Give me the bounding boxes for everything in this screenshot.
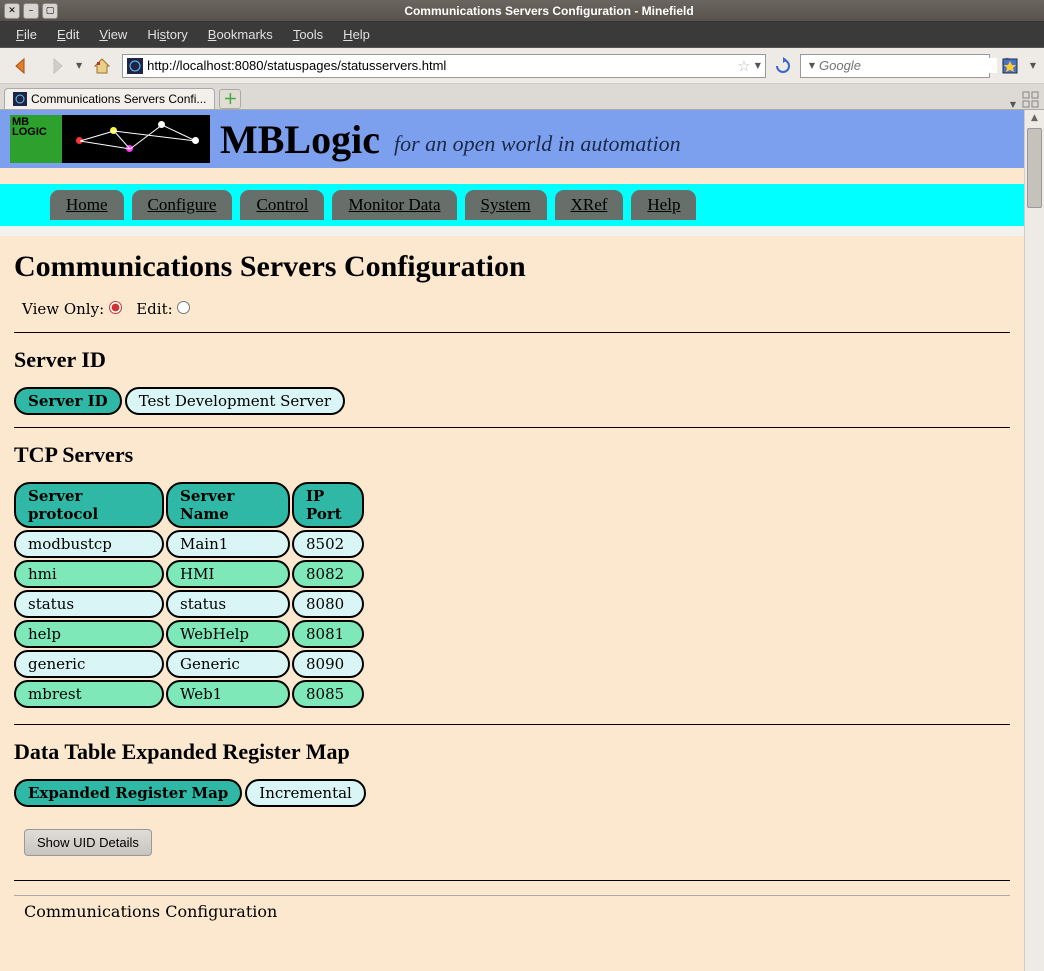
tabs-dropdown[interactable]: ▼: [1010, 100, 1016, 109]
footer-text: Communications Configuration: [14, 895, 1010, 927]
nav-home[interactable]: Home: [50, 190, 124, 220]
bookmarks-sidebar-button[interactable]: [996, 52, 1024, 80]
brand-logo: MBLOGIC: [10, 115, 210, 163]
window-minimize-button[interactable]: –: [23, 3, 39, 19]
table-row: mbrest Web1 8085: [14, 680, 1010, 708]
page-title: Communications Servers Configuration: [14, 250, 1010, 284]
site-favicon-icon: [127, 58, 143, 74]
window-close-button[interactable]: ✕: [4, 3, 20, 19]
view-only-label: View Only:: [22, 300, 104, 318]
overflow-dropdown[interactable]: ▼: [1030, 61, 1036, 70]
nav-system[interactable]: System: [465, 190, 547, 220]
show-uid-details-button[interactable]: Show UID Details: [24, 829, 152, 856]
edit-radio[interactable]: [177, 301, 190, 314]
menu-bar: File Edit View History Bookmarks Tools H…: [0, 22, 1044, 48]
nav-monitor-data[interactable]: Monitor Data: [332, 190, 456, 220]
url-dropdown[interactable]: ▼: [755, 61, 761, 70]
table-row: help WebHelp 8081: [14, 620, 1010, 648]
server-id-value: Test Development Server: [125, 387, 345, 415]
table-row: hmi HMI 8082: [14, 560, 1010, 588]
search-box[interactable]: ▼ 🔍: [800, 54, 990, 78]
regmap-heading: Data Table Expanded Register Map: [14, 739, 1010, 765]
url-bar-container[interactable]: ☆ ▼: [122, 54, 766, 78]
back-button[interactable]: [8, 52, 36, 80]
tcp-servers-heading: TCP Servers: [14, 442, 1010, 468]
search-input[interactable]: [819, 58, 997, 73]
nav-history-dropdown[interactable]: ▼: [76, 61, 82, 70]
nav-control[interactable]: Control: [240, 190, 324, 220]
tcp-servers-table: Server protocol Server Name IP Port modb…: [14, 482, 1010, 708]
nav-configure[interactable]: Configure: [132, 190, 233, 220]
forward-button: [42, 52, 70, 80]
menu-edit[interactable]: Edit: [49, 25, 87, 44]
nav-xref[interactable]: XRef: [555, 190, 624, 220]
menu-history[interactable]: History: [139, 25, 195, 44]
scrollbar[interactable]: ▲: [1024, 110, 1044, 971]
menu-view[interactable]: View: [91, 25, 135, 44]
tcp-header-port: IP Port: [292, 482, 364, 528]
home-button[interactable]: [88, 52, 116, 80]
browser-tab[interactable]: Communications Servers Confi...: [4, 88, 215, 109]
table-row: generic Generic 8090: [14, 650, 1010, 678]
menu-tools[interactable]: Tools: [285, 25, 331, 44]
table-row: status status 8080: [14, 590, 1010, 618]
tcp-header-name: Server Name: [166, 482, 290, 528]
server-id-heading: Server ID: [14, 347, 1010, 373]
menu-file[interactable]: File: [8, 25, 45, 44]
edit-label: Edit:: [136, 300, 172, 318]
brand-title: MBLogic: [220, 116, 380, 163]
menu-help[interactable]: Help: [335, 25, 378, 44]
nav-bar: Home Configure Control Monitor Data Syst…: [0, 184, 1024, 226]
regmap-label: Expanded Register Map: [14, 779, 242, 807]
regmap-value: Incremental: [245, 779, 366, 807]
url-input[interactable]: [147, 58, 733, 73]
table-row: modbustcp Main1 8502: [14, 530, 1010, 558]
window-title: Communications Servers Configuration - M…: [58, 4, 1040, 18]
star-bookmark-icon[interactable]: ☆: [737, 57, 750, 75]
tab-title: Communications Servers Confi...: [31, 92, 206, 106]
nav-help[interactable]: Help: [631, 190, 696, 220]
tab-groups-icon[interactable]: [1022, 91, 1040, 109]
tab-favicon-icon: [13, 92, 27, 106]
view-only-radio[interactable]: [109, 301, 122, 314]
brand-tagline: for an open world in automation: [394, 131, 681, 157]
menu-bookmarks[interactable]: Bookmarks: [200, 25, 281, 44]
new-tab-button[interactable]: ＋: [219, 89, 241, 109]
search-engine-dropdown[interactable]: ▼: [809, 61, 815, 70]
tcp-header-protocol: Server protocol: [14, 482, 164, 528]
reload-button[interactable]: [772, 52, 794, 80]
window-maximize-button[interactable]: ▢: [42, 3, 58, 19]
server-id-label: Server ID: [14, 387, 122, 415]
